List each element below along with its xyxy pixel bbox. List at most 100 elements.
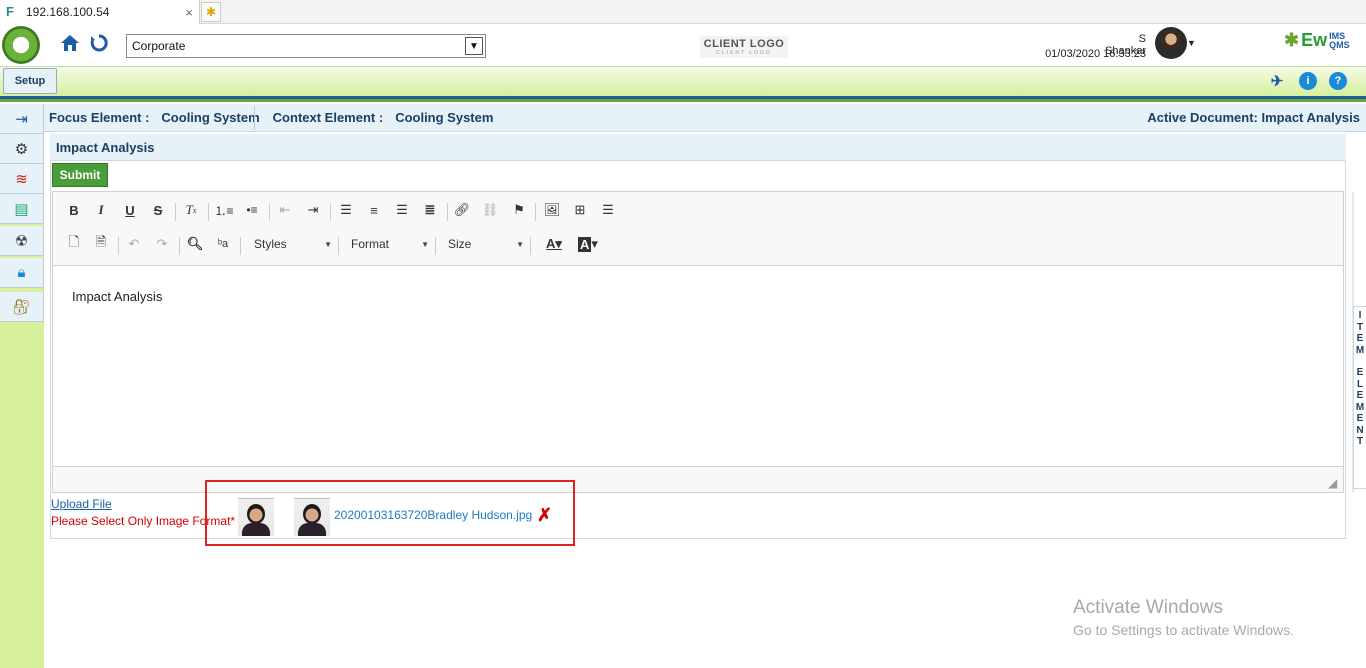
horizontal-rule-icon[interactable]: ☰ xyxy=(597,199,619,221)
preview-icon[interactable]: 🗋︎ xyxy=(63,233,85,255)
uploaded-file-link[interactable]: 20200103163720Bradley Hudson.jpg xyxy=(334,508,532,522)
user-avatar[interactable] xyxy=(1155,27,1187,59)
align-right-button[interactable]: ☰ xyxy=(391,199,413,221)
context-bar: Focus Element : Cooling System Context E… xyxy=(44,104,1366,132)
help-icon[interactable]: ? xyxy=(1329,72,1347,90)
toolbar-separator xyxy=(179,237,180,255)
table-icon[interactable]: ⊞ xyxy=(569,199,591,221)
header-stripe-green xyxy=(0,99,1366,102)
strikethrough-button[interactable]: S xyxy=(147,199,169,221)
pin-icon[interactable]: ✈ xyxy=(1268,72,1286,90)
templates-icon[interactable]: 🗎︎ xyxy=(90,233,112,255)
justify-button[interactable]: ≣ xyxy=(419,199,441,221)
size-combo-label: Size xyxy=(448,237,472,251)
browser-tab[interactable]: F 192.168.100.54 × xyxy=(0,0,200,24)
vtab-letter: T xyxy=(1356,321,1364,333)
increase-indent-button[interactable]: ⇥ xyxy=(302,199,324,221)
vtab-letter: T xyxy=(1356,436,1364,447)
vtab-letter: E xyxy=(1356,390,1364,401)
styles-combo[interactable]: Styles ▼ xyxy=(252,233,334,255)
uploaded-image-thumbnail[interactable] xyxy=(238,498,274,536)
unlink-icon[interactable]: ⛓︎ xyxy=(479,199,501,221)
user-menu-caret-icon[interactable]: ▼ xyxy=(1187,38,1196,48)
sidebar-item-access[interactable]: 🔐︎ xyxy=(0,292,44,322)
vtab-letter: L xyxy=(1356,378,1364,390)
italic-button[interactable]: I xyxy=(90,199,112,221)
layers-icon: ≋ xyxy=(15,170,28,188)
sidebar-item-security[interactable]: 🔒︎ xyxy=(0,258,44,288)
setup-tab[interactable]: Setup xyxy=(3,68,57,94)
align-left-button[interactable]: ☰ xyxy=(335,199,357,221)
chevron-down-icon[interactable]: ▼ xyxy=(465,37,483,55)
sidebar-item-stack[interactable]: ▤ xyxy=(0,194,44,224)
module-bar xyxy=(0,66,1366,96)
styles-combo-label: Styles xyxy=(254,237,287,251)
close-tab-icon[interactable]: × xyxy=(185,5,193,20)
panel-title: Impact Analysis xyxy=(50,134,1346,161)
client-logo: CLIENT LOGO CLIENT LOGO xyxy=(700,36,788,58)
text-color-icon[interactable]: A▾ xyxy=(539,233,569,255)
remove-format-button[interactable]: Tx xyxy=(180,199,202,221)
uploaded-image-thumbnail[interactable] xyxy=(294,498,330,536)
decrease-indent-button[interactable]: ⇤ xyxy=(274,199,296,221)
vtab-letter: E xyxy=(1356,333,1364,344)
find-icon[interactable]: 🔍︎ xyxy=(184,233,206,255)
editor-content[interactable]: Impact Analysis xyxy=(72,289,162,304)
organization-select[interactable]: Corporate ▼ xyxy=(126,34,486,58)
numbered-list-button[interactable]: ⒈≡ xyxy=(213,199,235,221)
anchor-flag-icon[interactable]: ⚑ xyxy=(508,199,530,221)
undo-icon[interactable]: ↶ xyxy=(123,233,145,255)
format-combo[interactable]: Format ▼ xyxy=(349,233,431,255)
activation-watermark-subtitle: Go to Settings to activate Windows. xyxy=(1073,622,1294,638)
brand-text: Ew xyxy=(1301,30,1328,50)
bulleted-list-button[interactable]: •≡ xyxy=(241,199,263,221)
size-combo[interactable]: Size ▼ xyxy=(446,233,526,255)
delete-file-icon[interactable]: ✗ xyxy=(537,505,552,526)
chevron-down-icon: ▼ xyxy=(324,239,332,249)
current-datetime: 01/03/2020 16:33:23 xyxy=(1045,48,1146,60)
context-element-value: Cooling System xyxy=(395,110,494,125)
link-icon[interactable]: 🔗︎ xyxy=(451,199,473,221)
vtab-letter: E xyxy=(1356,367,1364,378)
sidebar-item-hazard[interactable]: ☢ xyxy=(0,226,44,256)
bold-button[interactable]: B xyxy=(63,199,85,221)
radiation-icon: ☢ xyxy=(14,232,29,250)
brand-suffix: IMS QMS xyxy=(1329,31,1350,50)
toolbar-separator xyxy=(118,237,119,255)
expand-panel-icon: ⇥ xyxy=(15,110,28,128)
refresh-button[interactable] xyxy=(86,30,112,56)
replace-icon[interactable]: ᵇa xyxy=(212,233,234,255)
vtab-letter: I xyxy=(1358,310,1362,321)
chevron-down-icon: ▼ xyxy=(421,239,429,249)
browser-tab-title: 192.168.100.54 xyxy=(26,5,110,19)
align-center-button[interactable]: ≡ xyxy=(363,199,385,221)
sidebar-item-settings[interactable]: ⚙ xyxy=(0,134,44,164)
refresh-icon xyxy=(90,34,108,52)
brand-sunburst-icon: ✱ xyxy=(1284,30,1300,50)
redo-icon[interactable]: ↷ xyxy=(151,233,173,255)
stack-icon: ▤ xyxy=(14,200,29,218)
sidebar-item-layers[interactable]: ≋ xyxy=(0,164,44,194)
new-tab-button[interactable]: ✱ xyxy=(201,2,221,22)
focus-element-label: Focus Element : xyxy=(49,110,150,125)
underline-button[interactable]: U xyxy=(119,199,141,221)
submit-button[interactable]: Submit xyxy=(52,163,108,187)
format-combo-label: Format xyxy=(351,237,390,251)
resize-handle-icon[interactable]: ◢ xyxy=(1328,476,1337,490)
editor-toolbar: B I U S Tx ⒈≡ •≡ ⇤ ⇥ ☰ ≡ ☰ ≣ 🔗︎ ⛓︎ ⚑ 🖼︎ … xyxy=(53,192,1343,266)
upload-file-link[interactable]: Upload File xyxy=(51,497,112,511)
item-element-side-tab[interactable]: I T E M E L E M E N T xyxy=(1353,306,1366,489)
lock-icon: 🔒︎ xyxy=(17,264,26,281)
chevron-down-icon: ▼ xyxy=(516,239,524,249)
sidebar-item-expand[interactable]: ⇥ xyxy=(0,104,44,134)
focus-element-value: Cooling System xyxy=(161,110,260,125)
vtab-letter: E xyxy=(1356,413,1364,424)
app-logo-icon[interactable]: ✱ xyxy=(2,26,40,64)
home-icon xyxy=(61,35,79,51)
context-element-label: Context Element : xyxy=(272,110,384,125)
image-icon[interactable]: 🖼︎ xyxy=(541,199,563,221)
info-icon[interactable]: i xyxy=(1299,72,1317,90)
home-button[interactable] xyxy=(57,30,83,56)
toolbar-separator xyxy=(269,203,270,221)
background-color-icon[interactable]: A ▾ xyxy=(573,233,603,255)
